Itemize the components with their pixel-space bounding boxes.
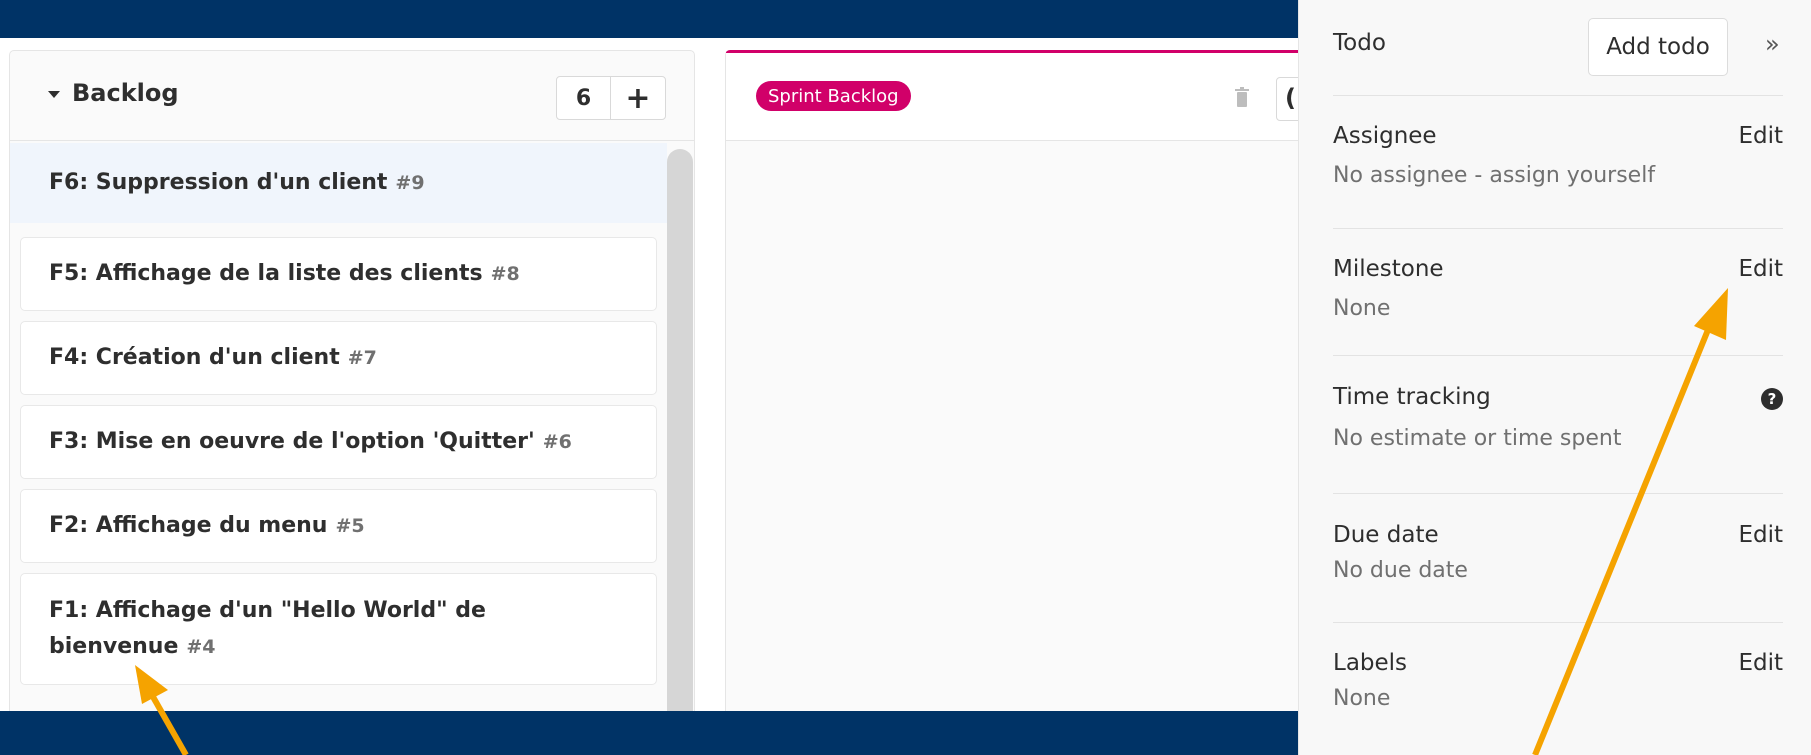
issue-reference: #8 bbox=[490, 263, 520, 285]
column-options-glyph: ( bbox=[1285, 84, 1296, 112]
divider bbox=[1333, 95, 1783, 96]
assignee-title: Assignee bbox=[1333, 123, 1437, 149]
issue-card[interactable]: F3: Mise en oeuvre de l'option 'Quitter'… bbox=[20, 405, 657, 479]
issue-card[interactable]: F4: Création d'un client #7 bbox=[20, 321, 657, 395]
issue-title: F3: Mise en oeuvre de l'option 'Quitter' bbox=[49, 429, 535, 454]
help-icon[interactable]: ? bbox=[1761, 388, 1783, 410]
divider bbox=[1333, 355, 1783, 356]
backlog-scrollbar[interactable] bbox=[667, 149, 693, 711]
time-tracking-block: Time tracking ? No estimate or time spen… bbox=[1333, 384, 1783, 451]
backlog-column: Backlog 6 + F6: Suppression d'un client … bbox=[9, 50, 695, 711]
backlog-title: Backlog bbox=[72, 79, 179, 107]
issue-count-badge: 6 bbox=[557, 77, 611, 119]
backlog-column-header: Backlog 6 + bbox=[10, 51, 694, 141]
issue-board: Backlog 6 + F6: Suppression d'un client … bbox=[0, 38, 1300, 711]
issue-title: F5: Affichage de la liste des clients bbox=[49, 261, 483, 286]
issue-title-block: F1: Affichage d'un "Hello World" de bien… bbox=[49, 593, 486, 665]
divider bbox=[1333, 622, 1783, 623]
issue-card[interactable]: F1: Affichage d'un "Hello World" de bien… bbox=[20, 573, 657, 685]
milestone-block: Milestone Edit None bbox=[1333, 256, 1783, 321]
time-tracking-value: No estimate or time spent bbox=[1333, 426, 1622, 451]
issue-card[interactable]: F2: Affichage du menu #5 bbox=[20, 489, 657, 563]
add-issue-button[interactable]: + bbox=[611, 77, 665, 119]
assignee-block: Assignee Edit No assignee - assign yours… bbox=[1333, 123, 1783, 188]
issue-reference: #7 bbox=[347, 347, 377, 369]
due-date-edit-link[interactable]: Edit bbox=[1738, 522, 1783, 548]
due-date-value: No due date bbox=[1333, 558, 1468, 583]
sprint-column-header: Sprint Backlog ( bbox=[726, 53, 1300, 141]
sprint-backlog-column: Sprint Backlog ( bbox=[725, 50, 1300, 711]
issue-card[interactable]: F5: Affichage de la liste des clients #8 bbox=[20, 237, 657, 311]
issue-title: F4: Création d'un client bbox=[49, 345, 340, 370]
collapse-caret-icon[interactable] bbox=[48, 91, 60, 98]
milestone-title: Milestone bbox=[1333, 256, 1444, 282]
issue-reference: #9 bbox=[395, 172, 425, 194]
milestone-edit-link[interactable]: Edit bbox=[1738, 256, 1783, 282]
divider bbox=[1333, 228, 1783, 229]
assignee-edit-link[interactable]: Edit bbox=[1738, 123, 1783, 149]
labels-title: Labels bbox=[1333, 650, 1408, 676]
issue-title-line: F1: Affichage d'un "Hello World" de bbox=[49, 598, 486, 623]
labels-block: Labels Edit None bbox=[1333, 650, 1783, 711]
issue-card[interactable]: F6: Suppression d'un client #9 bbox=[10, 143, 667, 223]
backlog-count-group: 6 + bbox=[556, 76, 666, 120]
issue-reference: #4 bbox=[186, 636, 216, 658]
trash-icon[interactable] bbox=[1234, 87, 1250, 107]
column-options-button[interactable]: ( bbox=[1276, 77, 1300, 121]
issue-reference: #6 bbox=[542, 431, 572, 453]
issue-title-line: bienvenue bbox=[49, 634, 179, 659]
assignee-value[interactable]: No assignee - assign yourself bbox=[1333, 163, 1783, 188]
bottom-background-band bbox=[0, 711, 1298, 755]
milestone-value: None bbox=[1333, 296, 1391, 321]
add-todo-button[interactable]: Add todo bbox=[1588, 18, 1728, 76]
issue-sidebar: Todo Add todo » Assignee Edit No assigne… bbox=[1298, 0, 1811, 755]
issue-reference: #5 bbox=[335, 515, 365, 537]
collapse-sidebar-icon[interactable]: » bbox=[1765, 30, 1780, 58]
due-date-block: Due date Edit No due date bbox=[1333, 522, 1783, 583]
time-tracking-title: Time tracking bbox=[1333, 384, 1491, 410]
due-date-title: Due date bbox=[1333, 522, 1439, 548]
labels-edit-link[interactable]: Edit bbox=[1738, 650, 1783, 676]
todo-label: Todo bbox=[1333, 30, 1386, 56]
labels-value: None bbox=[1333, 686, 1391, 711]
issue-title: F2: Affichage du menu bbox=[49, 513, 328, 538]
screenshot-canvas: Backlog 6 + F6: Suppression d'un client … bbox=[0, 0, 1811, 755]
sprint-backlog-label[interactable]: Sprint Backlog bbox=[756, 81, 911, 111]
issue-title: F6: Suppression d'un client bbox=[49, 170, 388, 195]
divider bbox=[1333, 493, 1783, 494]
